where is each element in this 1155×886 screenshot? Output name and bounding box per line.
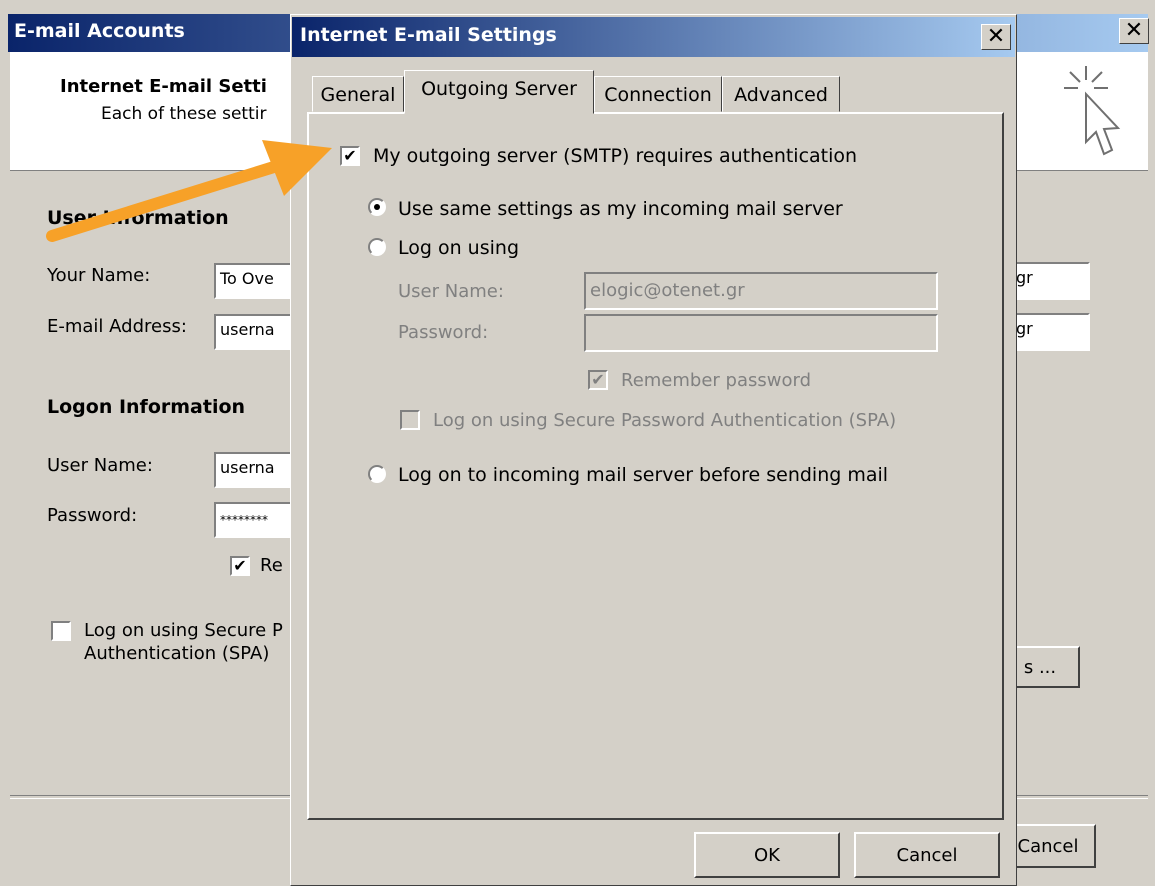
tab-outgoing-server[interactable]: Outgoing Server <box>404 70 594 114</box>
annotation-arrow-icon <box>46 140 332 242</box>
